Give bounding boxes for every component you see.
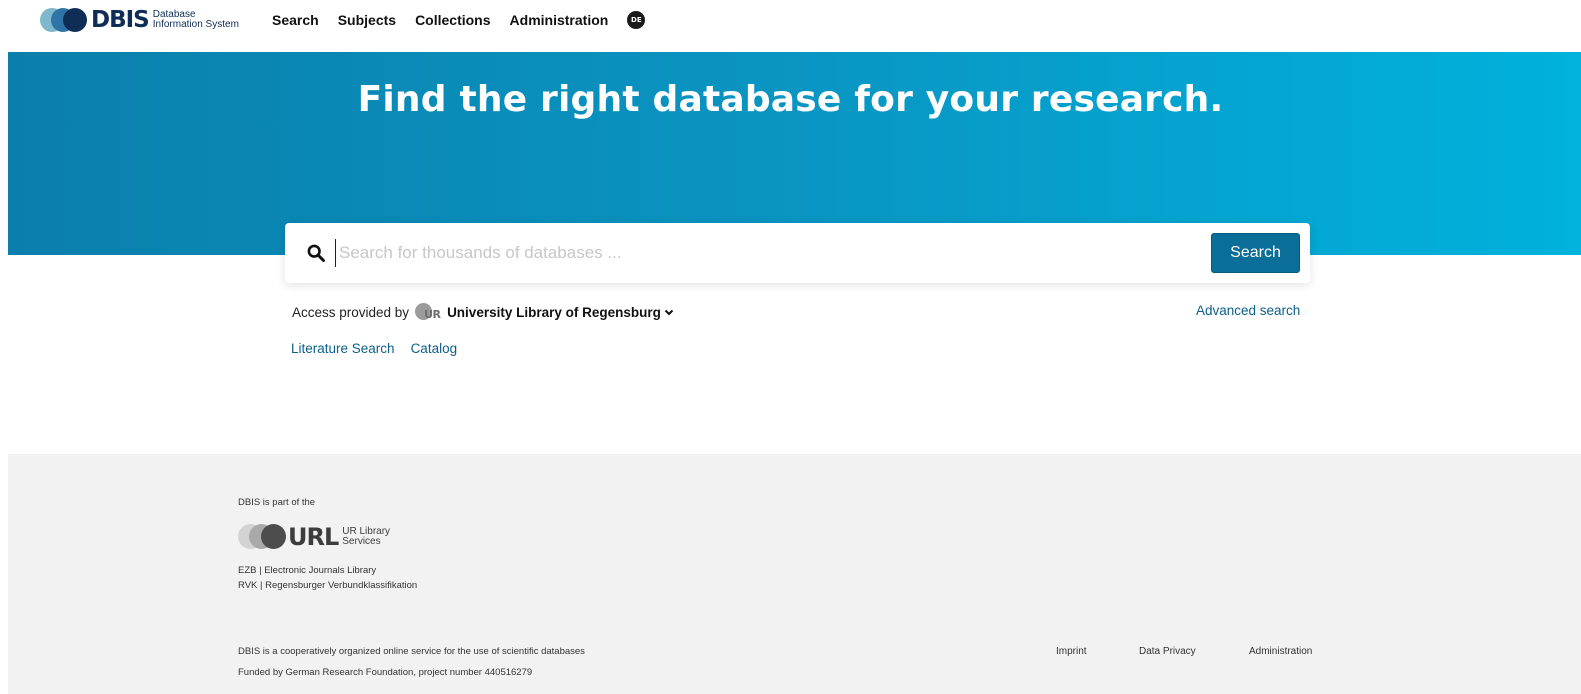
advanced-search-link[interactable]: Advanced search <box>1196 303 1300 318</box>
logo-subtitle-line2: Information System <box>152 19 239 30</box>
quick-links: Literature Search Catalog <box>291 341 457 356</box>
organization-selector[interactable]: University Library of Regensburg <box>447 305 661 320</box>
footer-service-ezb[interactable]: EZB | Electronic Journals Library <box>238 565 376 576</box>
catalog-link[interactable]: Catalog <box>411 341 458 356</box>
nav-subjects[interactable]: Subjects <box>338 10 396 30</box>
search-input[interactable] <box>335 239 1195 267</box>
logo-word: DBIS <box>91 7 150 33</box>
language-switch-button[interactable]: DE <box>627 11 646 29</box>
url-logo[interactable]: URL UR Library Services <box>238 523 390 551</box>
hero-title: Find the right database for your researc… <box>357 79 1224 120</box>
nav-collections[interactable]: Collections <box>415 10 490 30</box>
footer-part-of: DBIS is part of the <box>238 497 316 508</box>
footer-imprint-link[interactable]: Imprint <box>1056 646 1087 657</box>
footer-data-privacy-link[interactable]: Data Privacy <box>1139 646 1196 657</box>
url-logo-subtitle: UR Library Services <box>342 527 390 547</box>
footer-administration-link[interactable]: Administration <box>1249 646 1312 657</box>
nav-administration[interactable]: Administration <box>510 10 609 30</box>
footer-funding: Funded by German Research Foundation, pr… <box>238 667 533 678</box>
ur-logo-icon: UR <box>415 303 443 321</box>
site-header: DBIS Database Information System Search … <box>0 0 1581 52</box>
search-icon <box>307 244 325 262</box>
dbis-logo[interactable]: DBIS Database Information System <box>40 8 239 32</box>
footer-description: DBIS is a cooperatively organized online… <box>238 646 585 657</box>
access-provider: Access provided by UR University Library… <box>292 303 674 321</box>
access-prefix: Access provided by <box>292 304 410 320</box>
chevron-down-icon[interactable] <box>664 309 674 316</box>
url-logo-circles-icon <box>238 524 286 550</box>
search-box: Search <box>285 223 1310 283</box>
logo-circles-icon <box>40 8 90 32</box>
literature-search-link[interactable]: Literature Search <box>291 341 395 356</box>
url-logo-word: URL <box>288 523 339 551</box>
logo-subtitle: Database Information System <box>153 10 239 30</box>
main-nav: Search Subjects Collections Administrati… <box>272 10 646 30</box>
nav-search[interactable]: Search <box>272 10 319 30</box>
ur-logo-text: UR <box>424 308 441 321</box>
search-button[interactable]: Search <box>1211 233 1300 273</box>
footer-service-rvk[interactable]: RVK | Regensburger Verbundklassifikation <box>238 580 417 591</box>
url-logo-subtitle-line2: Services <box>342 536 381 547</box>
